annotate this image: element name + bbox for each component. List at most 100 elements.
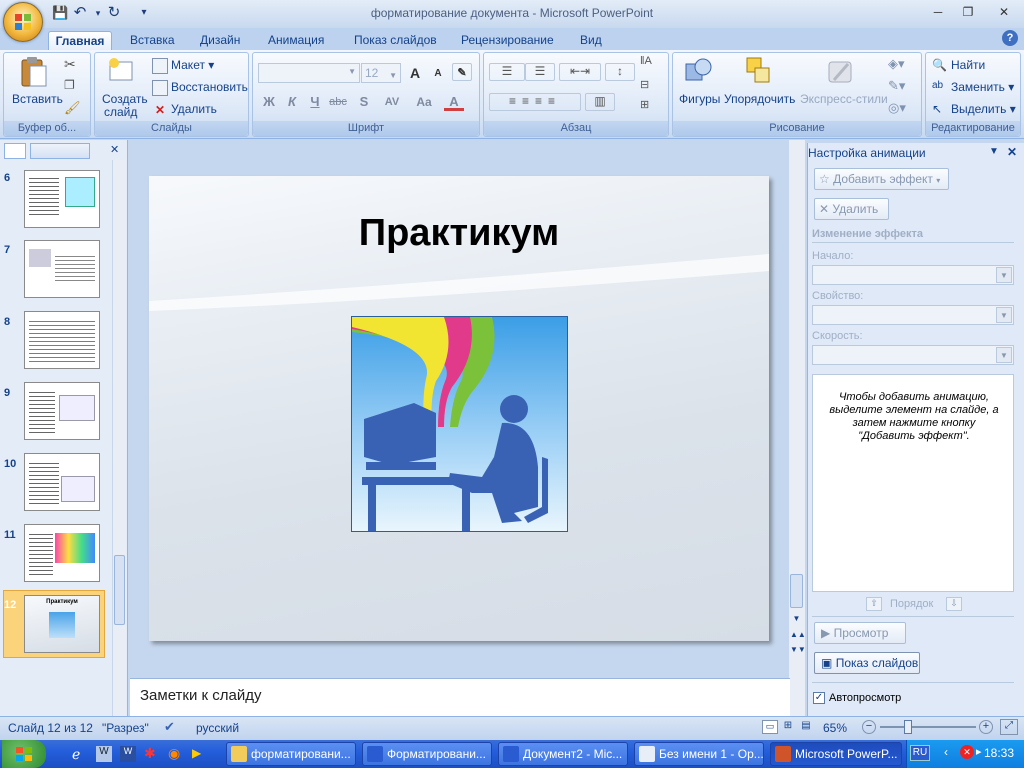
taskbar-item-openoffice[interactable]: Без имени 1 - Op...: [634, 742, 764, 766]
firefox-quicklaunch-icon[interactable]: ◉: [168, 745, 180, 762]
strikethrough-button[interactable]: abc: [328, 93, 348, 111]
tab-animation[interactable]: Анимация: [262, 31, 330, 50]
security-alert-icon[interactable]: ✕: [960, 745, 974, 759]
replace-button[interactable]: ab Заменить ▾: [932, 80, 1014, 96]
animation-list[interactable]: Чтобы добавить анимацию, выделите элемен…: [812, 374, 1014, 592]
grow-font-button[interactable]: A: [405, 64, 425, 82]
language-indicator[interactable]: русский: [196, 721, 239, 735]
format-painter-icon[interactable]: 🖌: [64, 100, 81, 116]
taskbar-item-word2[interactable]: Документ2 - Mic...: [498, 742, 628, 766]
paste-button[interactable]: Вставить: [12, 92, 63, 106]
slide-thumbnail-8[interactable]: [24, 311, 100, 369]
italic-button[interactable]: К: [282, 93, 302, 111]
tray-expand-icon[interactable]: ‹: [944, 745, 948, 759]
notes-pane[interactable]: Заметки к слайду: [130, 678, 790, 716]
autopreview-checkbox[interactable]: ✓: [813, 692, 825, 704]
select-button[interactable]: ↖ Выделить ▾: [932, 102, 1016, 118]
move-down-icon[interactable]: ⇩: [946, 597, 962, 611]
slides-tab-icon[interactable]: [4, 143, 26, 159]
quick-styles-icon[interactable]: [826, 56, 856, 88]
taskbar-item-folder[interactable]: форматировани...: [226, 742, 356, 766]
sorter-view-icon[interactable]: ⊞: [780, 720, 796, 734]
start-button[interactable]: [2, 740, 46, 768]
language-bar[interactable]: RU: [910, 745, 930, 761]
tab-slideshow[interactable]: Показ слайдов: [348, 31, 443, 50]
speed-combo[interactable]: ▼: [812, 345, 1014, 365]
zoom-slider-thumb[interactable]: [904, 720, 912, 734]
shape-fill-icon[interactable]: ◈▾: [888, 56, 905, 72]
reset-button[interactable]: Восстановить: [152, 80, 248, 96]
font-size-combo[interactable]: 12 ▼: [361, 63, 401, 83]
delete-slide-button[interactable]: ✕ Удалить: [152, 102, 217, 118]
tab-review[interactable]: Рецензирование: [455, 31, 560, 50]
slide-canvas[interactable]: Практикум: [149, 176, 769, 641]
taskbar-item-word1[interactable]: Форматировани...: [362, 742, 492, 766]
slides-pane-scrollbar[interactable]: [112, 160, 126, 716]
quick-styles-button[interactable]: Экспресс-стили: [800, 92, 888, 106]
shape-effects-icon[interactable]: ◎▾: [888, 100, 906, 116]
zoom-out-icon[interactable]: −: [862, 720, 876, 734]
zoom-level[interactable]: 65%: [823, 721, 847, 735]
zoom-slider[interactable]: [880, 726, 976, 728]
align-text-icon[interactable]: ⊟: [640, 78, 649, 91]
slide-thumbnail-10[interactable]: [24, 453, 100, 511]
text-direction-icon[interactable]: ‖A: [640, 55, 652, 67]
fit-to-window-icon[interactable]: ⤢: [1000, 719, 1018, 735]
add-effect-button[interactable]: ☆ Добавить эффект ▾: [814, 168, 949, 190]
cut-icon[interactable]: ✂: [64, 56, 76, 73]
layout-button[interactable]: Макет ▾: [152, 58, 214, 74]
slide-scrollbar[interactable]: ▼ ▲▲ ▼▼: [789, 140, 806, 716]
help-icon[interactable]: ?: [1002, 30, 1018, 46]
shrink-font-button[interactable]: A: [428, 65, 448, 83]
spellcheck-icon[interactable]: ✔: [164, 719, 175, 735]
taskbar-item-powerpoint[interactable]: Microsoft PowerP...: [770, 742, 902, 766]
normal-view-icon[interactable]: ▭: [762, 720, 778, 734]
slide-thumbnail-11[interactable]: [24, 524, 100, 582]
bullets-icon[interactable]: ☰: [489, 63, 525, 81]
change-case-button[interactable]: Aa: [410, 93, 438, 111]
media-quicklaunch-icon[interactable]: ✱: [144, 745, 156, 762]
slideshow-button[interactable]: ▣ Показ слайдов: [814, 652, 920, 674]
close-pane-icon[interactable]: ✕: [110, 143, 119, 156]
new-slide-label-1[interactable]: Создать: [102, 92, 148, 106]
ie-quicklaunch-icon[interactable]: ℯ: [72, 746, 80, 763]
computer-user-clipart[interactable]: [351, 316, 568, 532]
start-combo[interactable]: ▼: [812, 265, 1014, 285]
indent-icon[interactable]: ⇤⇥: [559, 63, 601, 81]
ie-writer-quicklaunch-icon[interactable]: W: [120, 746, 136, 762]
arrange-button[interactable]: Упорядочить: [724, 92, 795, 106]
numbering-icon[interactable]: ☰: [525, 63, 555, 81]
line-spacing-icon[interactable]: ↕: [605, 63, 635, 81]
slide-thumbnail-9[interactable]: [24, 382, 100, 440]
remove-effect-button[interactable]: ✕ Удалить: [814, 198, 889, 220]
new-slide-label-2[interactable]: слайд: [104, 105, 137, 119]
underline-button[interactable]: Ч: [305, 93, 325, 111]
shadow-button[interactable]: S: [354, 93, 374, 111]
align-buttons-icon[interactable]: ≡≡≡≡: [489, 93, 581, 111]
word-quicklaunch-icon[interactable]: W: [96, 746, 112, 762]
font-name-combo[interactable]: ▼: [258, 63, 360, 83]
copy-icon[interactable]: ❐: [64, 78, 75, 92]
arrange-icon[interactable]: [745, 56, 775, 88]
slide-thumbnail-12[interactable]: Практикум: [24, 595, 100, 653]
font-color-button[interactable]: A: [444, 93, 464, 111]
tab-home[interactable]: Главная: [48, 31, 112, 50]
zoom-in-icon[interactable]: +: [979, 720, 993, 734]
char-spacing-button[interactable]: AV: [378, 93, 406, 111]
pane-close-icon[interactable]: ✕: [1007, 145, 1017, 159]
tab-insert[interactable]: Вставка: [124, 31, 181, 50]
shapes-button[interactable]: Фигуры: [679, 92, 720, 106]
outline-tab-icon[interactable]: [30, 143, 90, 159]
find-button[interactable]: 🔍 Найти: [932, 58, 985, 74]
tab-design[interactable]: Дизайн: [194, 31, 246, 50]
maximize-button[interactable]: ❐: [958, 4, 978, 20]
close-button[interactable]: ✕: [994, 4, 1014, 20]
slide-title[interactable]: Практикум: [149, 212, 769, 255]
property-combo[interactable]: ▼: [812, 305, 1014, 325]
new-slide-icon[interactable]: [106, 56, 136, 86]
office-button[interactable]: [3, 2, 43, 42]
paste-icon[interactable]: [18, 56, 50, 90]
pane-options-icon[interactable]: ▼: [989, 146, 999, 157]
columns-icon[interactable]: ▥: [585, 93, 615, 111]
volume-icon[interactable]: ▸: [976, 745, 982, 758]
